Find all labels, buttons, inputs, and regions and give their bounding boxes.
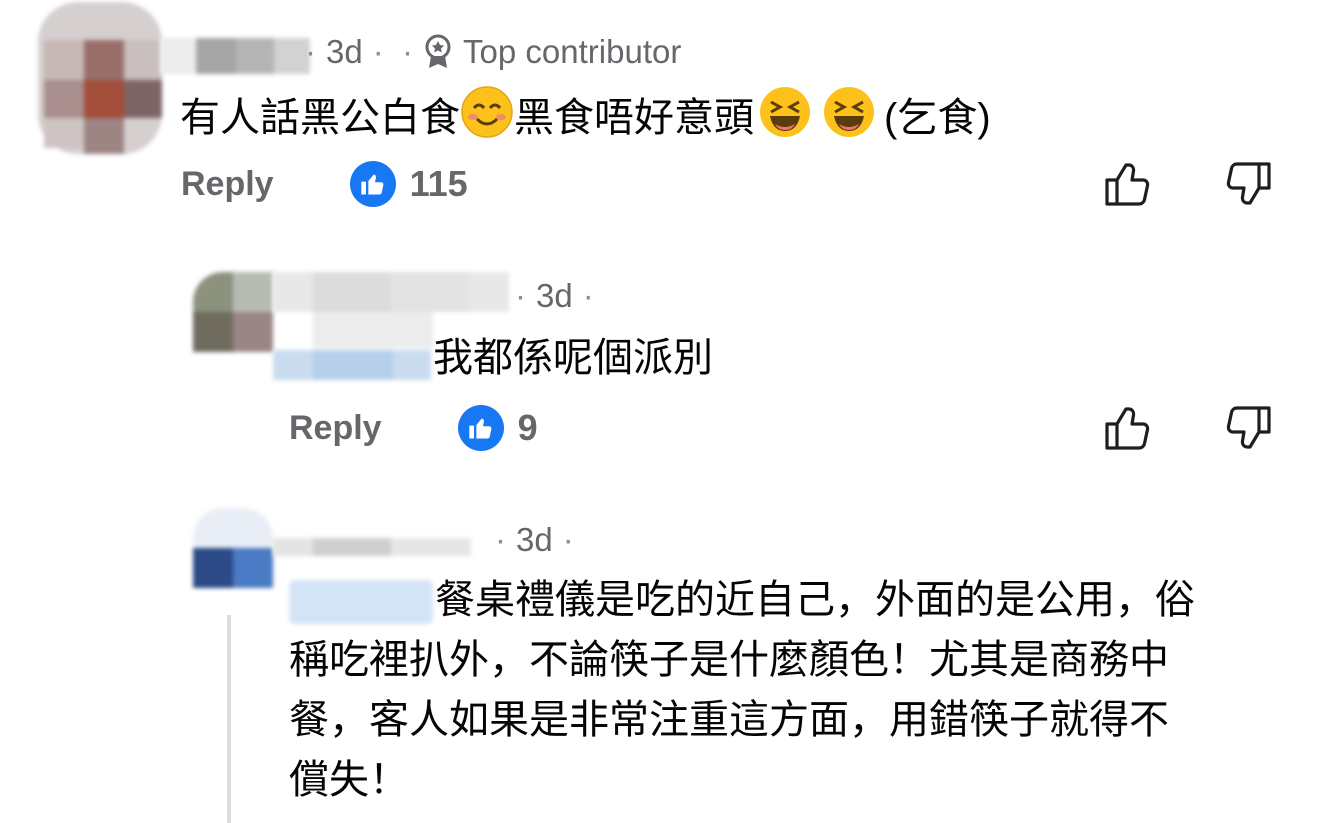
- comment-meta: · 3d · · Top contributor: [305, 33, 682, 71]
- comment-text: 餐桌禮儀是吃的近自己，外面的是公用，俗 稱吃裡扒外，不論筷子是什麼顏色！尤其是商…: [289, 578, 1195, 802]
- thumbs-up-icon[interactable]: [1104, 158, 1152, 213]
- timestamp[interactable]: 3d: [516, 521, 553, 559]
- comment-actions: Reply 9: [289, 405, 538, 451]
- timestamp[interactable]: 3d: [326, 33, 363, 71]
- avatar[interactable]: [193, 508, 273, 592]
- avatar[interactable]: [193, 272, 273, 356]
- thumbs-down-icon[interactable]: [1224, 404, 1272, 459]
- author-name[interactable]: [160, 38, 310, 88]
- like-count: 9: [517, 407, 538, 448]
- avatar[interactable]: [38, 2, 162, 154]
- thread-line: [227, 615, 231, 823]
- smile-emoji: [460, 85, 514, 156]
- top-contributor-badge[interactable]: Top contributor: [463, 33, 681, 71]
- reply-button[interactable]: Reply: [181, 165, 274, 204]
- comment-meta: · 3d ·: [495, 521, 574, 559]
- thumbs-down-icon[interactable]: [1224, 160, 1272, 215]
- comment-meta: · 3d ·: [515, 277, 594, 315]
- comment-text: 我都係呢個派別: [433, 336, 713, 380]
- laugh-emoji: [822, 85, 876, 156]
- comment-actions: Reply 115: [181, 161, 468, 207]
- badge-icon: [423, 34, 453, 70]
- like-count: 115: [409, 163, 468, 204]
- reply-button[interactable]: Reply: [289, 409, 382, 448]
- like-icon[interactable]: [457, 405, 504, 451]
- laugh-emoji: [758, 85, 812, 156]
- like-icon[interactable]: [349, 161, 396, 207]
- timestamp[interactable]: 3d: [536, 277, 573, 315]
- comment-text: 有人話黑公白食 黑食唔好意頭 (乞食): [180, 85, 991, 156]
- author-name[interactable]: [273, 530, 489, 560]
- thumbs-up-icon[interactable]: [1104, 402, 1152, 457]
